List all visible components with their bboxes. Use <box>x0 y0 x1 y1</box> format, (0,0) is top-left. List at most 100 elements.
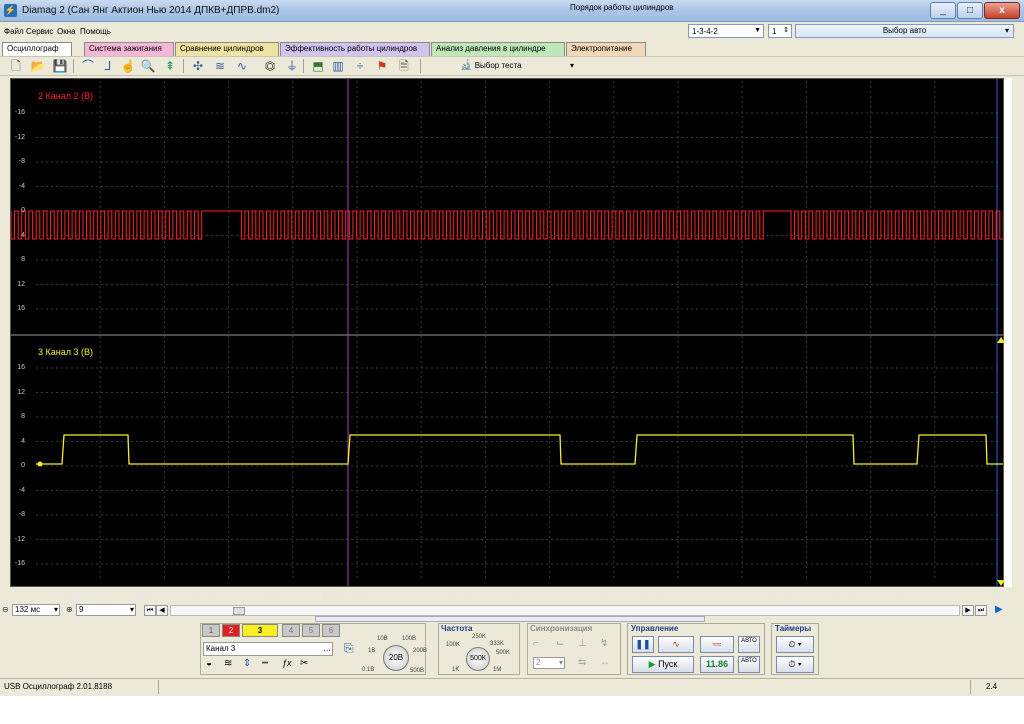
tab-cylinder-compare[interactable]: Сравнение цилиндров <box>175 42 279 56</box>
timer-record-button[interactable]: ⏱ ▾ <box>776 656 814 673</box>
horizontal-scrollbar[interactable] <box>170 605 960 616</box>
scroll-thumb[interactable] <box>233 607 245 615</box>
frequency-scale-label: 500K <box>496 650 511 656</box>
toolbar-separator <box>420 59 421 73</box>
x-tick-label: 1.05897 <box>772 592 802 601</box>
chevron-down-icon: ▾ <box>1004 26 1009 35</box>
tab-pressure-analysis[interactable]: Анализ давления в цилиндре <box>431 42 565 56</box>
zoom-icon[interactable]: 🔍 <box>140 58 156 74</box>
auto-play-button[interactable]: АВТО <box>738 656 760 673</box>
tools-icon[interactable]: ✂ <box>300 658 308 669</box>
play-icon: ▶ <box>648 659 656 669</box>
open-folder-icon[interactable]: 📂 <box>30 58 46 74</box>
spin-icon: ⇕ <box>783 27 789 34</box>
frequency-knob[interactable]: 500К <box>466 647 490 671</box>
channel-button-4[interactable]: 4 <box>282 624 300 637</box>
split-icon[interactable]: ÷ <box>352 58 368 74</box>
play-icon[interactable]: ▶ <box>995 604 1003 615</box>
auto-record-button[interactable]: АВТО <box>738 636 760 653</box>
dash-line-icon[interactable]: ┅ <box>262 658 268 669</box>
channel-button-5[interactable]: 5 <box>302 624 320 637</box>
tab-oscilloscope[interactable]: Осциллограф <box>2 42 72 56</box>
auto-label: АВТО <box>741 638 757 644</box>
tab-label: Электропитание <box>571 44 632 53</box>
filter-icon[interactable]: ≋ <box>212 58 228 74</box>
ch3-offset-marker-icon[interactable] <box>997 337 1005 343</box>
y-tick-label: -8 <box>18 158 25 165</box>
trigger-auto-icon[interactable]: ↯ <box>600 638 608 649</box>
y-tick-label: -8 <box>18 511 25 518</box>
timebase-select[interactable]: 132 мс ▾ <box>12 604 60 616</box>
channel-button-6[interactable]: 6 <box>322 624 340 637</box>
menu-service[interactable]: Сервис <box>26 27 53 36</box>
chevron-down-icon: ▾ <box>570 61 575 70</box>
single-wave-button[interactable]: ∿ <box>658 636 694 653</box>
waveform-icon[interactable]: ⌒ <box>80 58 96 74</box>
menu-windows[interactable]: Окна <box>57 27 76 36</box>
cylinder-spinner[interactable]: 1 ⇕ <box>768 24 792 38</box>
trigger-rise-icon[interactable]: ⌐ <box>533 638 539 649</box>
y-tick-label: 8 <box>21 256 25 263</box>
timer-button[interactable]: ⏲ ▾ <box>776 636 814 653</box>
sync-shift-icon[interactable]: ⇆ <box>578 657 586 668</box>
multi-wave-button[interactable]: ≈≈ <box>700 636 734 653</box>
channel-button-2[interactable]: 2 <box>222 624 240 637</box>
frequency-scale-label: 1M <box>493 667 502 673</box>
save-icon[interactable]: 💾 <box>52 58 68 74</box>
prev-frame-button[interactable]: ◀ <box>156 605 168 616</box>
marker-icon[interactable]: ⇞ <box>162 58 178 74</box>
new-file-icon[interactable]: 🗋 <box>8 58 24 74</box>
chevron-down-icon: ▾ <box>558 658 563 667</box>
tab-ignition[interactable]: Система зажигания <box>84 42 174 56</box>
zoom-select[interactable]: 9 ▾ <box>76 604 136 616</box>
y-tick-label: 16 <box>17 364 25 371</box>
test-select-dropdown[interactable]: 🔬 Выбор теста ▾ <box>460 58 580 74</box>
last-frame-button[interactable]: ⏭ <box>975 605 987 616</box>
offset-icon[interactable]: ⇕ <box>243 658 251 669</box>
cylinder-order-select[interactable]: 1-3-4-2 ▼ <box>688 24 764 38</box>
sync-center-icon[interactable]: ↔ <box>600 657 610 668</box>
trigger-level-icon[interactable]: ⊥ <box>578 638 587 649</box>
first-frame-button[interactable]: ⏮ <box>144 605 156 616</box>
table-icon[interactable]: ▥ <box>330 58 346 74</box>
spectrum-icon[interactable]: ∿ <box>234 58 250 74</box>
pause-button[interactable]: ❚❚ <box>632 636 654 653</box>
hand-pan-icon[interactable]: ☝ <box>120 58 136 74</box>
channel-button-1[interactable]: 1 <box>202 624 220 637</box>
ch3-down-marker-icon[interactable] <box>997 580 1005 586</box>
function-icon[interactable]: ƒx <box>282 658 292 668</box>
menu-file[interactable]: Файл <box>4 27 24 36</box>
start-button[interactable]: ▶ Пуск <box>632 656 694 673</box>
voltage-scale-label: 100В <box>402 636 417 642</box>
document-icon[interactable]: 🗎 <box>396 58 412 74</box>
tab-power-supply[interactable]: Электропитание <box>566 42 646 56</box>
graph-icon[interactable]: ⬒ <box>310 58 326 74</box>
flag-icon[interactable]: ⚑ <box>374 58 390 74</box>
channel-name-input[interactable]: Канал 3 … <box>203 642 333 656</box>
voltage-scale-label: 500В <box>410 668 425 674</box>
probe-icon[interactable]: ⏣ <box>262 58 278 74</box>
sync-channel-select[interactable]: 2 ▾ <box>533 657 565 669</box>
auto-select-dropdown[interactable]: Выбор авто ▾ <box>795 24 1014 38</box>
cylinder-order-value: 1-3-4-2 <box>692 27 718 36</box>
probe-connect-icon[interactable]: ⎘ <box>344 641 354 656</box>
channel-button-3[interactable]: 3 <box>242 624 278 637</box>
filter-icon[interactable]: ≋ <box>224 658 232 669</box>
minimize-button[interactable]: _ <box>930 2 956 19</box>
chevron-down-icon: ▾ <box>53 605 58 614</box>
frequency-scale-label: 1K <box>452 667 460 673</box>
voltage-knob[interactable]: 20В <box>383 645 409 671</box>
eye-icon[interactable]: ◒ <box>206 658 212 669</box>
next-frame-button[interactable]: ▶ <box>962 605 974 616</box>
panel-splitter[interactable] <box>315 616 705 622</box>
tab-cylinder-efficiency[interactable]: Эффективность работы цилиндров <box>280 42 430 56</box>
trigger-fall-icon[interactable]: ⌙ <box>556 638 564 649</box>
voltage-scale-label: 200В <box>413 648 428 654</box>
close-button[interactable]: x <box>984 2 1020 19</box>
measure-icon[interactable]: ⅃ <box>100 58 116 74</box>
menu-help[interactable]: Помощь <box>80 27 111 36</box>
maximize-button[interactable]: □ <box>957 2 983 19</box>
oscilloscope-display[interactable]: 2 Канал 2 (В) 3 Канал 3 (В) -16 -12 -8 -4 0 4… <box>10 78 1004 601</box>
cross-cursor-icon[interactable]: ✣ <box>190 58 206 74</box>
ground-icon[interactable]: ⏚ <box>284 58 300 74</box>
